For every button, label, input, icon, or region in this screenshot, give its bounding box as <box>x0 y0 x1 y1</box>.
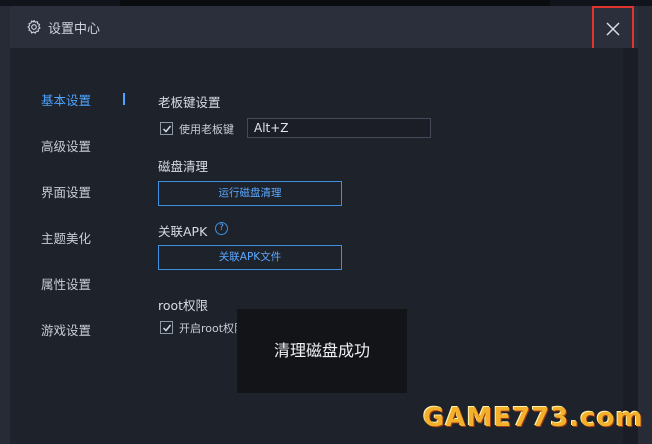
boss-key-title: 老板键设置 <box>158 95 221 110</box>
associate-apk-button[interactable]: 关联APK文件 <box>158 245 342 270</box>
check-icon <box>162 324 172 332</box>
check-icon <box>162 125 172 133</box>
root-permission-checkbox[interactable] <box>160 321 173 334</box>
boss-key-checkbox[interactable] <box>160 122 173 135</box>
nav-item-basic[interactable]: 基本设置 <box>41 90 91 109</box>
nav-active-indicator <box>123 93 125 105</box>
window-title: 设置中心 <box>48 22 101 37</box>
nav-item-interface[interactable]: 界面设置 <box>41 182 91 201</box>
boss-key-input[interactable] <box>247 118 431 138</box>
apk-association-title: 关联APK <box>158 224 208 239</box>
run-disk-clean-button[interactable]: 运行磁盘清理 <box>158 181 342 206</box>
settings-body: 基本设置 高级设置 界面设置 主题美化 属性设置 游戏设置 老板键设置 使用老板… <box>10 48 638 444</box>
help-icon[interactable]: ? <box>215 222 228 235</box>
close-icon <box>606 22 620 36</box>
title-bar: 设置中心 <box>10 6 638 52</box>
nav-item-properties[interactable]: 属性设置 <box>41 274 91 293</box>
nav-item-advanced[interactable]: 高级设置 <box>41 136 91 155</box>
boss-key-checkbox-label: 使用老板键 <box>179 123 234 136</box>
settings-window: 设置中心 基本设置 高级设置 界面设置 主题美化 属性设置 游戏设置 老板键设置… <box>10 6 638 444</box>
disk-clean-title: 磁盘清理 <box>158 159 209 174</box>
gear-icon <box>27 19 41 34</box>
watermark-text: GAME773.com <box>423 403 644 433</box>
side-panel-edge <box>623 48 638 444</box>
root-permission-checkbox-label: 开启root权限 <box>179 322 246 335</box>
root-permission-title: root权限 <box>158 298 209 313</box>
nav-item-theme[interactable]: 主题美化 <box>41 228 91 247</box>
toast-message: 清理磁盘成功 <box>237 309 407 393</box>
close-button[interactable] <box>592 6 634 52</box>
watermark-logo: GAME773.com <box>415 400 643 436</box>
nav-item-game[interactable]: 游戏设置 <box>41 320 91 339</box>
